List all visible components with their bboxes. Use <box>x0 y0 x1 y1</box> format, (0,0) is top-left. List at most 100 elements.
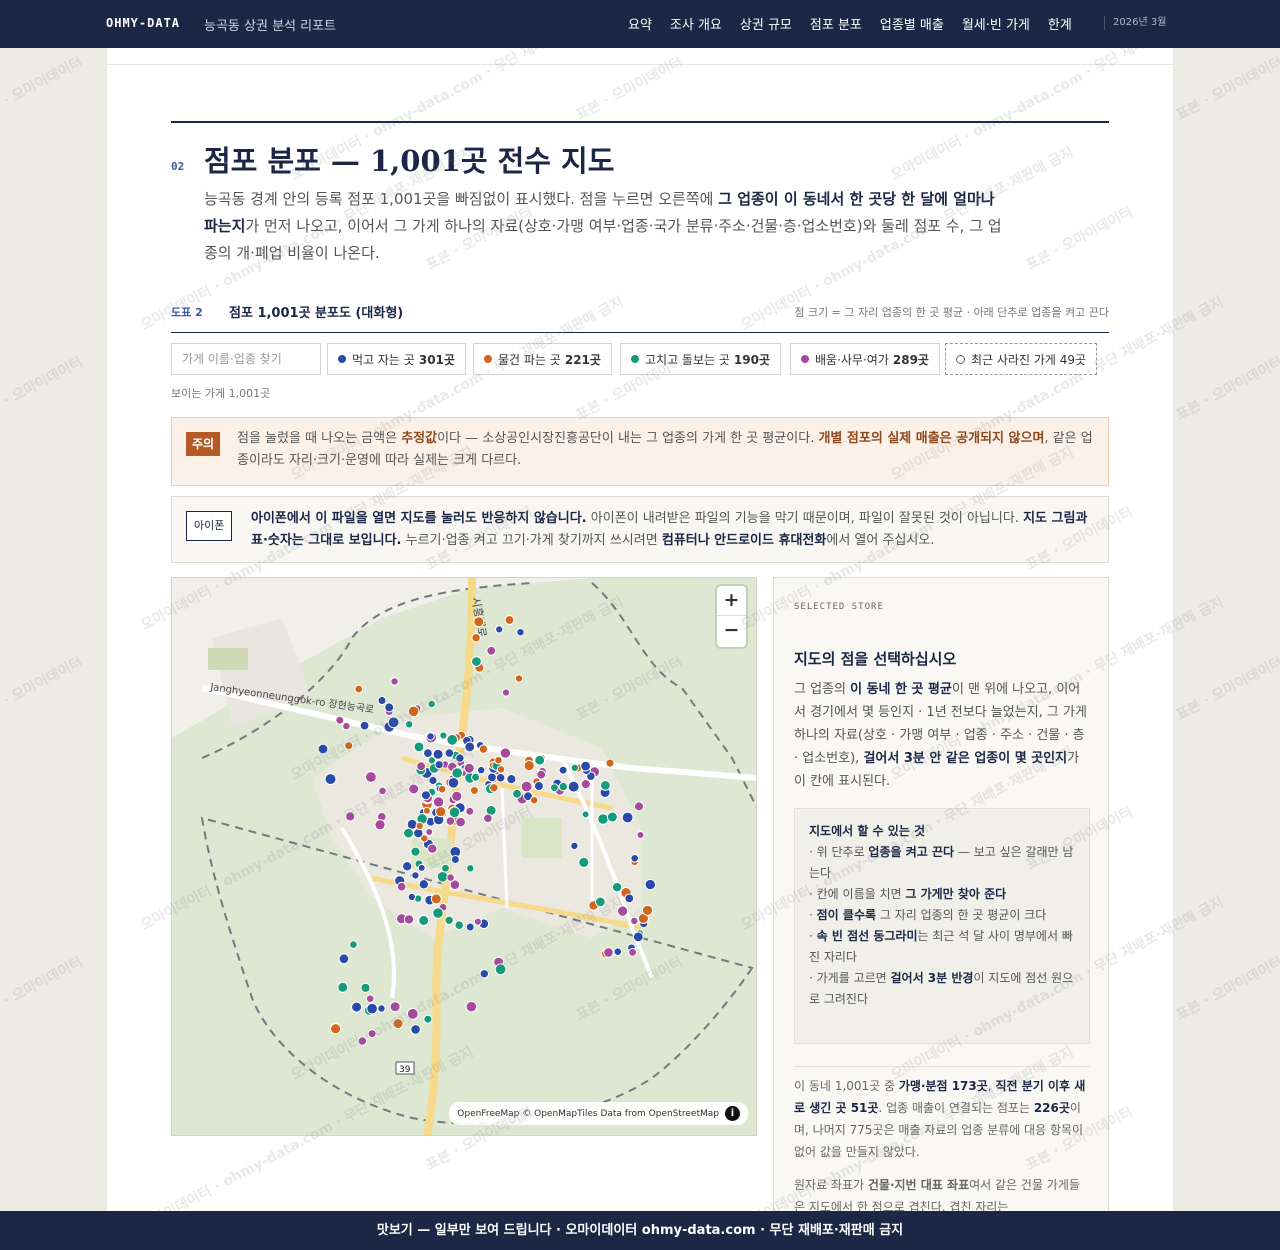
store-marker[interactable] <box>463 762 475 774</box>
attribution-text[interactable]: OpenFreeMap © OpenMapTiles Data from Ope… <box>457 1109 719 1119</box>
store-marker[interactable] <box>377 1004 386 1013</box>
store-marker[interactable] <box>450 855 460 864</box>
store-marker[interactable] <box>570 841 579 851</box>
store-marker[interactable] <box>427 699 436 709</box>
store-marker[interactable] <box>407 892 416 902</box>
store-marker[interactable] <box>567 780 580 793</box>
store-marker[interactable] <box>630 916 639 926</box>
store-marker[interactable] <box>435 806 447 818</box>
store-marker[interactable] <box>479 969 489 979</box>
store-marker[interactable] <box>465 922 475 932</box>
store-marker[interactable] <box>422 806 431 815</box>
store-search-input[interactable] <box>171 343 321 375</box>
store-marker[interactable] <box>595 896 606 908</box>
store-marker[interactable] <box>367 1029 377 1039</box>
store-marker[interactable] <box>360 982 371 993</box>
store-marker[interactable] <box>430 893 442 905</box>
store-marker[interactable] <box>466 864 475 873</box>
filter-chip-education-office[interactable]: 배움·사무·여가 289곳 <box>790 343 940 375</box>
store-marker[interactable] <box>354 684 364 694</box>
store-marker[interactable] <box>437 784 447 794</box>
store-marker[interactable] <box>423 748 433 759</box>
store-marker[interactable] <box>597 813 609 825</box>
store-marker[interactable] <box>570 763 579 773</box>
store-marker[interactable] <box>344 741 354 751</box>
store-marker[interactable] <box>581 810 590 819</box>
store-marker[interactable] <box>483 813 493 824</box>
store-marker[interactable] <box>520 780 533 793</box>
store-marker[interactable] <box>426 732 435 741</box>
store-marker[interactable] <box>432 796 445 808</box>
store-marker[interactable] <box>558 765 568 775</box>
store-marker[interactable] <box>387 716 400 729</box>
store-marker[interactable] <box>473 917 482 926</box>
store-marker[interactable] <box>448 806 461 819</box>
store-marker[interactable] <box>416 761 427 772</box>
store-marker[interactable] <box>403 914 415 925</box>
store-marker[interactable] <box>489 783 499 793</box>
store-marker[interactable] <box>441 863 450 873</box>
store-marker[interactable] <box>359 720 370 731</box>
store-marker[interactable] <box>446 733 459 746</box>
store-marker[interactable] <box>499 747 512 759</box>
store-marker[interactable] <box>378 786 387 796</box>
store-marker[interactable] <box>413 828 424 839</box>
store-marker[interactable] <box>504 615 515 625</box>
store-marker[interactable] <box>550 783 559 793</box>
store-marker[interactable] <box>465 806 475 816</box>
store-marker[interactable] <box>357 1036 368 1046</box>
nav-link-sales[interactable]: 업종별 매출 <box>880 14 944 33</box>
store-marker[interactable] <box>446 873 455 882</box>
store-marker[interactable] <box>317 743 329 755</box>
nav-link-rent[interactable]: 월세·빈 가게 <box>962 14 1030 33</box>
store-marker[interactable] <box>516 628 525 637</box>
store-marker[interactable] <box>434 760 444 770</box>
store-marker[interactable] <box>494 963 507 976</box>
store-marker[interactable] <box>606 811 618 823</box>
store-marker[interactable] <box>451 767 464 779</box>
store-marker[interactable] <box>413 741 425 753</box>
store-marker[interactable] <box>630 854 640 863</box>
store-marker[interactable] <box>421 790 431 801</box>
store-marker[interactable] <box>636 831 645 839</box>
store-marker[interactable] <box>487 772 497 783</box>
store-marker[interactable] <box>423 1014 433 1024</box>
store-marker[interactable] <box>455 753 465 763</box>
zoom-out-button[interactable]: − <box>717 616 746 646</box>
store-marker[interactable] <box>377 696 387 705</box>
store-marker[interactable] <box>628 947 638 957</box>
store-marker[interactable] <box>617 905 629 917</box>
store-marker[interactable] <box>534 754 546 766</box>
store-marker[interactable] <box>506 774 517 785</box>
brand-logo[interactable]: OHMY-DATA <box>106 16 180 30</box>
store-marker[interactable] <box>465 1000 478 1013</box>
store-marker[interactable] <box>644 878 656 891</box>
store-marker[interactable] <box>418 915 430 926</box>
store-marker[interactable] <box>439 731 448 740</box>
store-marker[interactable] <box>580 779 591 790</box>
store-marker[interactable] <box>536 769 547 780</box>
store-marker[interactable] <box>345 811 356 822</box>
store-marker[interactable] <box>342 721 351 731</box>
store-marker[interactable] <box>432 907 444 919</box>
store-marker[interactable] <box>418 879 430 890</box>
store-marker[interactable] <box>471 772 481 782</box>
store-marker[interactable] <box>436 871 449 883</box>
store-marker[interactable] <box>337 981 349 993</box>
store-marker[interactable] <box>451 790 463 802</box>
store-marker[interactable] <box>501 688 511 697</box>
store-marker[interactable] <box>495 773 506 783</box>
store-marker[interactable] <box>411 871 420 880</box>
store-marker[interactable] <box>338 953 350 965</box>
store-marker[interactable] <box>578 856 590 868</box>
store-marker[interactable] <box>365 771 377 783</box>
store-marker[interactable] <box>454 920 465 931</box>
store-marker[interactable] <box>496 765 506 774</box>
info-icon[interactable]: i <box>725 1106 740 1121</box>
store-marker[interactable] <box>473 616 485 628</box>
store-marker[interactable] <box>406 1007 419 1020</box>
nav-link-limits[interactable]: 한계 <box>1048 14 1072 33</box>
store-marker[interactable] <box>471 656 482 667</box>
store-marker[interactable] <box>580 760 592 772</box>
store-marker[interactable] <box>324 773 337 786</box>
